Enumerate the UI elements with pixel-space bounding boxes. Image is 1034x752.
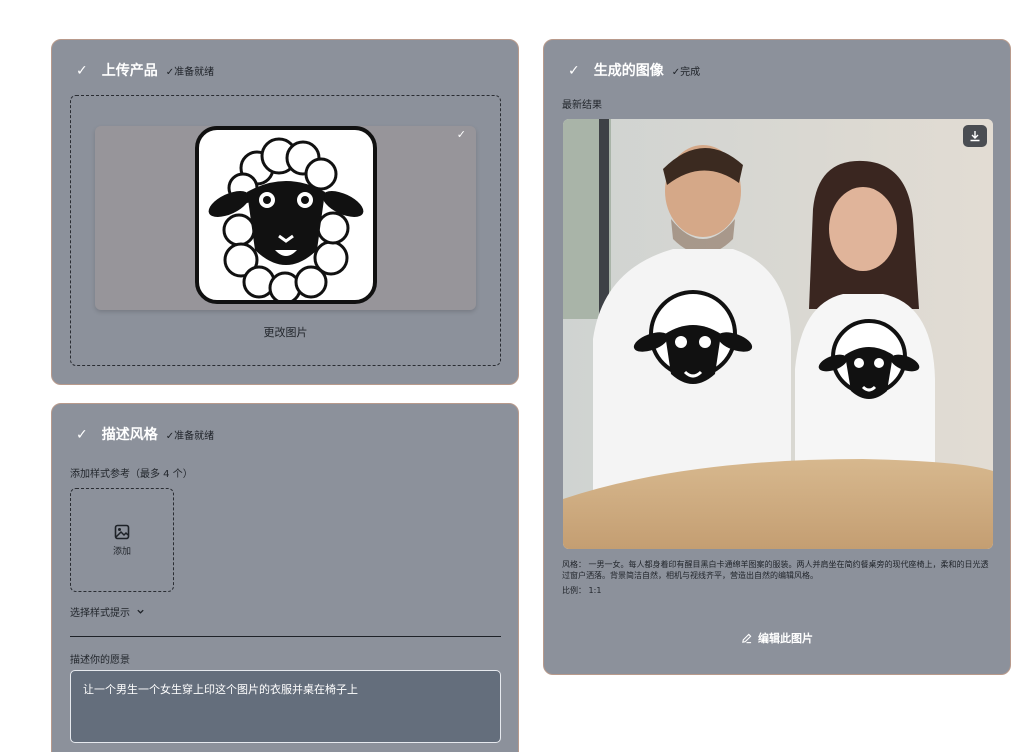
download-button[interactable]	[963, 125, 987, 147]
generated-status: ✓完成	[671, 67, 701, 78]
generated-image-card: ✓ 生成的图像 ✓完成 最新结果 风格： 一男一女。每人都身着印有醒目黑白卡通绵…	[543, 39, 1011, 675]
upload-title: 上传产品	[101, 63, 158, 79]
check-icon: ✓	[76, 63, 88, 79]
style-status: ✓准备就绪	[165, 431, 215, 442]
generated-header: ✓ 生成的图像 ✓完成	[568, 60, 700, 80]
style-title: 描述风格	[101, 427, 158, 443]
selected-check-icon: ✓	[456, 128, 466, 141]
edit-image-label: 编辑此图片	[758, 632, 813, 645]
check-icon: ✓	[76, 427, 88, 443]
upload-product-card: ✓ 上传产品 ✓准备就绪 ✓ 更改图片	[51, 39, 519, 385]
upload-dropzone[interactable]: ✓ 更改图片	[70, 95, 501, 366]
generated-photo	[563, 119, 993, 549]
vision-label: 描述你的愿景	[70, 655, 130, 666]
change-image-link[interactable]: 更改图片	[71, 324, 500, 340]
pencil-icon	[742, 633, 752, 643]
aspect-ratio: 比例： 1:1	[562, 586, 602, 595]
add-style-reference-button[interactable]: 添加	[70, 488, 174, 592]
latest-result-label: 最新结果	[562, 100, 602, 111]
describe-style-card: ✓ 描述风格 ✓准备就绪 添加样式参考（最多 4 个） 添加 选择样式提示 描述…	[51, 403, 519, 752]
upload-header: ✓ 上传产品 ✓准备就绪	[76, 60, 214, 80]
sheep-logo-image	[195, 126, 377, 305]
style-hint-label: 选择样式提示	[70, 608, 130, 619]
style-description: 风格： 一男一女。每人都身着印有醒目黑白卡通绵羊图案的服装。两人并肩坐在简约餐桌…	[562, 560, 989, 580]
divider	[70, 636, 501, 637]
check-icon: ✓	[568, 63, 580, 79]
upload-status: ✓准备就绪	[165, 67, 215, 78]
vision-textarea[interactable]: 让一个男生一个女生穿上印这个图片的衣服并桌在椅子上	[70, 670, 501, 743]
style-reference-label: 添加样式参考（最多 4 个）	[70, 469, 193, 480]
generated-title: 生成的图像	[593, 63, 664, 79]
edit-image-button[interactable]: 编辑此图片	[544, 630, 1010, 646]
product-preview: ✓	[95, 126, 476, 310]
add-label: 添加	[112, 546, 131, 557]
image-icon	[114, 524, 130, 539]
style-header: ✓ 描述风格 ✓准备就绪	[76, 424, 214, 444]
chevron-down-icon	[137, 609, 144, 614]
style-hint-toggle[interactable]: 选择样式提示	[70, 604, 145, 619]
download-icon	[970, 131, 980, 142]
